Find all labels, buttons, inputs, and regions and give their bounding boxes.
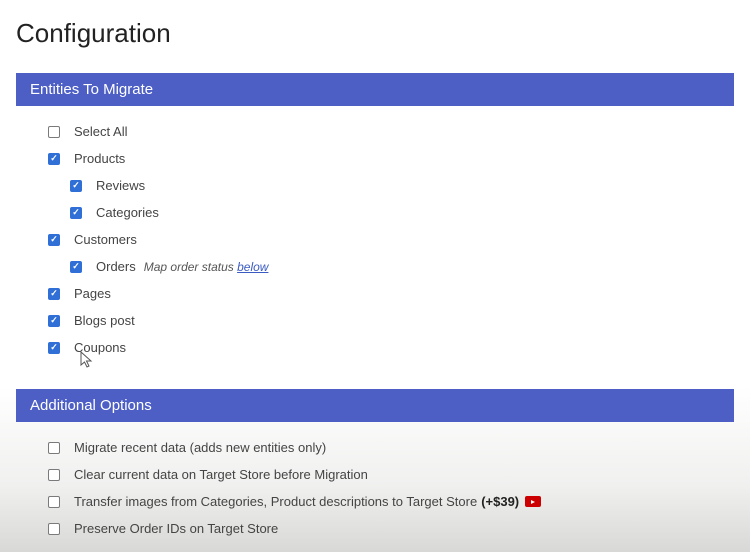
link-map-order-status[interactable]: below	[237, 260, 268, 274]
checkbox-clear-current[interactable]	[48, 469, 60, 481]
row-migrate-recent: Migrate recent data (adds new entities o…	[48, 440, 734, 455]
checkbox-customers[interactable]	[48, 234, 60, 246]
hint-orders-prefix: Map order status	[144, 260, 237, 274]
row-transfer-images: Transfer images from Categories, Product…	[48, 494, 734, 509]
checkbox-preserve-order-ids[interactable]	[48, 523, 60, 535]
row-select-all: Select All	[48, 124, 734, 139]
page-title: Configuration	[16, 18, 734, 49]
entities-list: Select All Products Reviews Categories C…	[16, 124, 734, 389]
checkbox-categories[interactable]	[70, 207, 82, 219]
checkbox-coupons[interactable]	[48, 342, 60, 354]
label-clear-current: Clear current data on Target Store befor…	[74, 467, 368, 482]
checkbox-reviews[interactable]	[70, 180, 82, 192]
checkbox-migrate-recent[interactable]	[48, 442, 60, 454]
label-pages: Pages	[74, 286, 111, 301]
label-categories: Categories	[96, 205, 159, 220]
section-header-additional-options: Additional Options	[16, 389, 734, 422]
row-customers: Customers	[48, 232, 734, 247]
label-coupons: Coupons	[74, 340, 126, 355]
youtube-icon[interactable]	[525, 496, 541, 507]
row-coupons: Coupons	[48, 340, 734, 355]
label-customers: Customers	[74, 232, 137, 247]
label-transfer-images: Transfer images from Categories, Product…	[74, 494, 477, 509]
checkbox-select-all[interactable]	[48, 126, 60, 138]
checkbox-transfer-images[interactable]	[48, 496, 60, 508]
price-transfer-images: (+$39)	[481, 494, 519, 509]
row-preserve-order-ids: Preserve Order IDs on Target Store	[48, 521, 734, 536]
label-select-all: Select All	[74, 124, 127, 139]
checkbox-products[interactable]	[48, 153, 60, 165]
checkbox-pages[interactable]	[48, 288, 60, 300]
row-reviews: Reviews	[48, 178, 734, 193]
additional-options-list: Migrate recent data (adds new entities o…	[16, 440, 734, 558]
row-products: Products	[48, 151, 734, 166]
checkbox-orders[interactable]	[70, 261, 82, 273]
row-orders: Orders Map order status below	[48, 259, 734, 274]
checkbox-blogs-post[interactable]	[48, 315, 60, 327]
row-categories: Categories	[48, 205, 734, 220]
row-pages: Pages	[48, 286, 734, 301]
label-blogs-post: Blogs post	[74, 313, 135, 328]
row-blogs-post: Blogs post	[48, 313, 734, 328]
label-preserve-order-ids: Preserve Order IDs on Target Store	[74, 521, 278, 536]
label-migrate-recent: Migrate recent data (adds new entities o…	[74, 440, 326, 455]
hint-orders: Map order status below	[144, 260, 269, 274]
label-reviews: Reviews	[96, 178, 145, 193]
label-orders: Orders	[96, 259, 136, 274]
row-clear-current: Clear current data on Target Store befor…	[48, 467, 734, 482]
section-header-entities: Entities To Migrate	[16, 73, 734, 106]
label-products: Products	[74, 151, 125, 166]
